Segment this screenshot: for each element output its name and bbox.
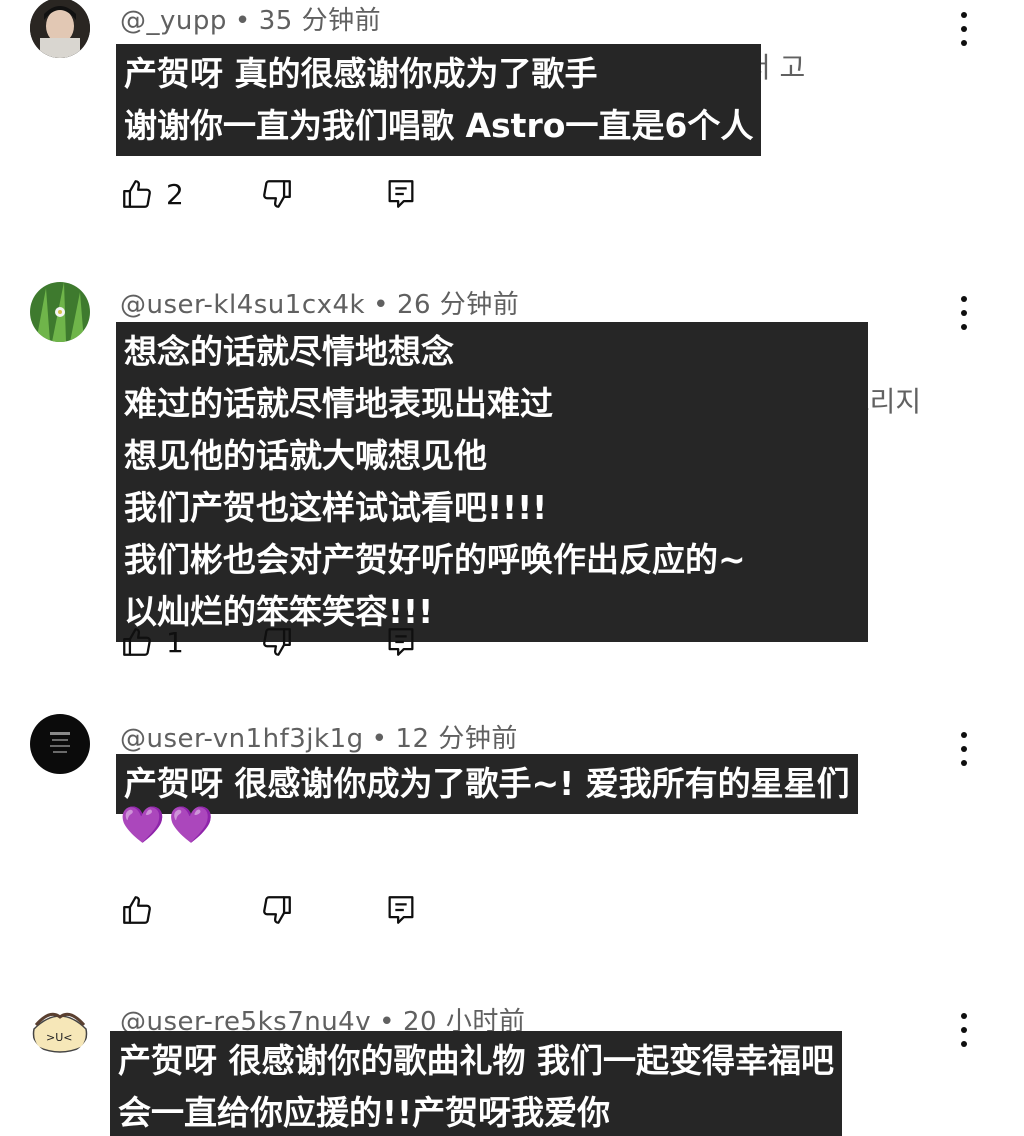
subtitle-line: 我们产贺也这样试试看吧!!!! xyxy=(124,488,548,527)
comment-item: >U< @user-re5ks7nu4v • 20 小时前 产贺呀 很感谢你的歌曲礼… xyxy=(0,985,1024,1136)
comment-item: @user-vn1hf3jk1g • 12 分钟前 产贺呀 很感谢你成为了歌手~! … xyxy=(0,700,1024,980)
thumb-down-icon xyxy=(263,180,291,208)
reply-icon xyxy=(388,180,414,208)
comment-time: 26 分钟前 xyxy=(396,290,520,320)
dislike-button[interactable] xyxy=(260,890,294,930)
subtitle-line: 会一直给你应援的!!产贺呀我爱你 xyxy=(118,1093,611,1132)
avatar[interactable] xyxy=(30,714,90,774)
comment-item: @_yupp•35 分钟前 내가 ... 노래불러줘서 고 产贺呀 真的很感谢你… xyxy=(0,0,1024,270)
subtitle-line: 想念的话就尽情地想念 xyxy=(124,332,454,371)
subtitle-line: 谢谢你一直为我们唱歌 Astro一直是6个人 xyxy=(124,106,754,145)
like-button[interactable] xyxy=(120,890,154,930)
reply-button[interactable] xyxy=(384,174,418,214)
subtitle-overlay: 产贺呀 真的很感谢你成为了歌手 谢谢你一直为我们唱歌 Astro一直是6个人 xyxy=(116,44,762,156)
dislike-button[interactable] xyxy=(260,622,294,662)
comment-author[interactable]: @user-kl4su1cx4k xyxy=(120,290,365,320)
more-vertical-icon[interactable] xyxy=(950,10,978,50)
thumb-down-icon xyxy=(263,896,291,924)
avatar[interactable] xyxy=(30,282,90,342)
subtitle-overlay: 产贺呀 很感谢你成为了歌手~! 爱我所有的星星们 xyxy=(116,754,858,814)
reply-button[interactable] xyxy=(384,890,418,930)
subtitle-line: 我们彬也会对产贺好听的呼唤作出反应的~ xyxy=(124,540,746,579)
avatar[interactable] xyxy=(30,0,90,58)
dislike-button[interactable] xyxy=(260,174,294,214)
comment-item: @user-kl4su1cx4k•26 分钟前 보고프면 보고프다 소리지 想念… xyxy=(0,270,1024,690)
subtitle-overlay: 想念的话就尽情地想念 难过的话就尽情地表现出难过 想见他的话就大喊想见他 我们产… xyxy=(116,322,868,642)
thumb-up-icon xyxy=(123,180,151,208)
thumb-up-icon xyxy=(123,628,151,656)
comment-author[interactable]: @user-vn1hf3jk1g xyxy=(120,724,364,754)
comment-author[interactable]: @_yupp xyxy=(120,6,227,36)
thumb-down-icon xyxy=(263,628,291,656)
more-vertical-icon[interactable] xyxy=(950,294,978,334)
like-button[interactable]: 2 xyxy=(120,174,184,214)
subtitle-overlay: 产贺呀 很感谢你的歌曲礼物 我们一起变得幸福吧 会一直给你应援的!!产贺呀我爱你 xyxy=(110,1031,842,1136)
subtitle-line: 产贺呀 很感谢你的歌曲礼物 我们一起变得幸福吧 xyxy=(118,1041,834,1080)
comment-time: 12 分钟前 xyxy=(395,724,518,754)
comment-actions: 2 xyxy=(120,174,520,214)
comment-meta: @_yupp • 35 分钟前 xyxy=(120,6,382,36)
subtitle-line: 产贺呀 真的很感谢你成为了歌手 xyxy=(124,54,598,93)
like-button[interactable]: 1 xyxy=(120,622,184,662)
comment-meta: @user-vn1hf3jk1g • 12 分钟前 xyxy=(120,724,518,754)
svg-text:>U<: >U< xyxy=(46,1031,73,1044)
comment-actions: 1 xyxy=(120,622,520,662)
heart-emojis: 💜💜 xyxy=(120,805,218,846)
subtitle-line: 想见他的话就大喊想见他 xyxy=(124,436,487,475)
reply-icon xyxy=(388,628,414,656)
comment-actions xyxy=(120,890,520,930)
more-vertical-icon[interactable] xyxy=(950,730,978,770)
comment-meta: @user-kl4su1cx4k • 26 分钟前 xyxy=(120,290,520,320)
thumb-up-icon xyxy=(123,896,151,924)
subtitle-line: 产贺呀 很感谢你成为了歌手~! 爱我所有的星星们 xyxy=(124,764,850,803)
like-count: 1 xyxy=(166,625,184,659)
reply-icon xyxy=(388,896,414,924)
more-vertical-icon[interactable] xyxy=(950,1011,978,1051)
like-count: 2 xyxy=(166,177,184,211)
comment-time: 35 分钟前 xyxy=(258,6,382,36)
subtitle-line: 难过的话就尽情地表现出难过 xyxy=(124,384,553,423)
avatar[interactable]: >U< xyxy=(30,995,90,1055)
reply-button[interactable] xyxy=(384,622,418,662)
